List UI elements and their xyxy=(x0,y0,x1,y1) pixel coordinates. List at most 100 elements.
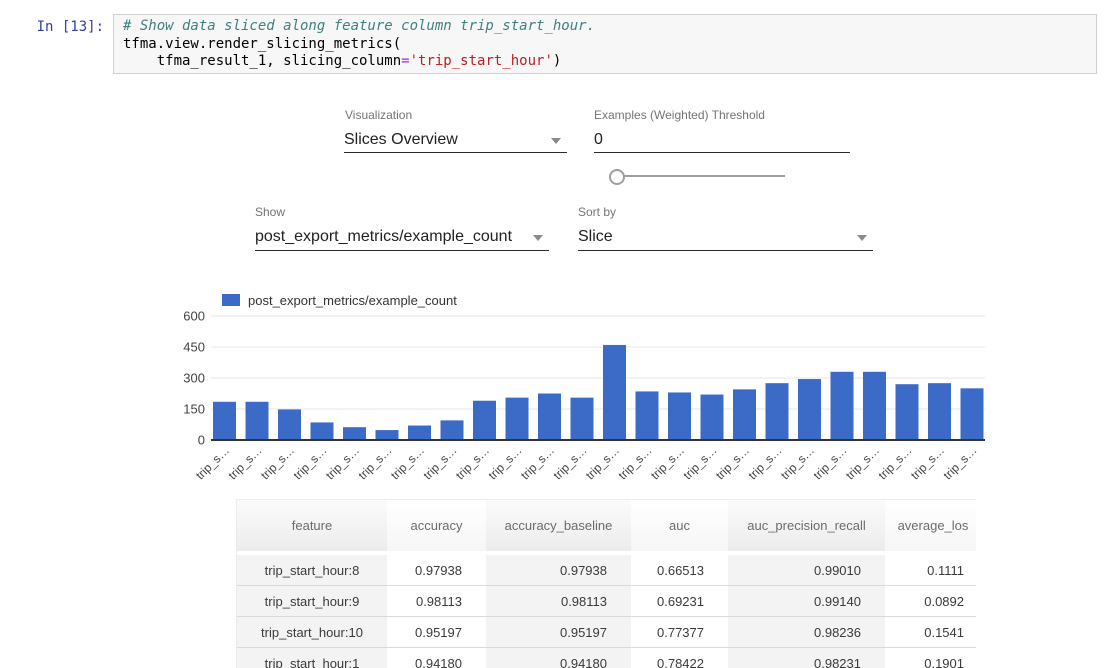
column-header-average_los[interactable]: average_los xyxy=(885,500,976,554)
column-header-feature[interactable]: feature xyxy=(237,500,387,554)
x-axis-label: trip_s… xyxy=(908,443,947,482)
x-axis-label: trip_s… xyxy=(745,443,784,482)
metric-cell: 0.99010 xyxy=(728,554,885,585)
metric-cell: 0.69231 xyxy=(631,585,728,616)
metric-cell: 0.78422 xyxy=(631,647,728,668)
metric-cell: 0.95197 xyxy=(486,616,631,647)
metric-cell: 0.99140 xyxy=(728,585,885,616)
chart-bar[interactable] xyxy=(311,422,334,440)
metric-cell: 0.1111 xyxy=(885,554,976,585)
metric-cell: 0.94180 xyxy=(486,647,631,668)
feature-cell: trip_start_hour:10 xyxy=(237,616,387,647)
chart-bar[interactable] xyxy=(831,372,854,440)
code-input-area[interactable]: # Show data sliced along feature column … xyxy=(113,14,1097,74)
chevron-down-icon xyxy=(551,138,561,144)
metric-cell: 0.98236 xyxy=(728,616,885,647)
x-axis-label: trip_s… xyxy=(875,443,914,482)
chart-bar[interactable] xyxy=(213,402,236,440)
table-row: trip_start_hour:100.951970.951970.773770… xyxy=(237,616,976,647)
sort-by-label: Sort by xyxy=(578,205,616,219)
feature-cell: trip_start_hour:9 xyxy=(237,585,387,616)
visualization-dropdown[interactable]: Slices Overview xyxy=(344,126,567,153)
feature-cell: trip_start_hour:1 xyxy=(237,647,387,668)
threshold-label: Examples (Weighted) Threshold xyxy=(594,108,765,122)
sort-by-dropdown[interactable]: Slice xyxy=(578,223,873,251)
x-axis-label: trip_s… xyxy=(615,443,654,482)
threshold-value: 0 xyxy=(594,126,850,153)
notebook-screen: In [13]: # Show data sliced along featur… xyxy=(0,0,1111,668)
x-axis-label: trip_s… xyxy=(420,443,459,482)
chart-bar[interactable] xyxy=(278,409,301,440)
chart-bar[interactable] xyxy=(798,379,821,440)
x-axis-label: trip_s… xyxy=(550,443,589,482)
chart-bar[interactable] xyxy=(246,402,269,440)
x-axis-label: trip_s… xyxy=(583,443,622,482)
chart-bar[interactable] xyxy=(733,389,756,440)
threshold-slider-handle[interactable] xyxy=(609,169,625,185)
chart-bar[interactable] xyxy=(571,398,594,440)
code-line: # Show data sliced along feature column … xyxy=(123,18,1096,36)
metrics-table: featureaccuracyaccuracy_baselineaucauc_p… xyxy=(236,499,976,668)
chart-bar[interactable] xyxy=(766,383,789,440)
x-axis-label: trip_s… xyxy=(225,443,264,482)
chart-bar[interactable] xyxy=(701,395,724,440)
table-header-row: featureaccuracyaccuracy_baselineaucauc_p… xyxy=(237,500,976,554)
chart-bar[interactable] xyxy=(343,427,366,440)
chart-bar[interactable] xyxy=(896,384,919,440)
show-metric-dropdown[interactable]: post_export_metrics/example_count xyxy=(255,223,549,251)
chart-bar[interactable] xyxy=(506,398,529,440)
y-axis-tick-label: 300 xyxy=(183,371,205,386)
slices-bar-chart[interactable]: post_export_metrics/example_count 0 150 300… xyxy=(180,288,1000,488)
x-axis-label: trip_s… xyxy=(453,443,492,482)
x-axis-label: trip_s… xyxy=(713,443,752,482)
visualization-value: Slices Overview xyxy=(344,126,567,153)
metric-cell: 0.97938 xyxy=(387,554,486,585)
chart-bar[interactable] xyxy=(538,394,561,441)
cell-prompt: In [13]: xyxy=(0,19,104,35)
chart-bar[interactable] xyxy=(668,392,691,440)
metric-cell: 0.98113 xyxy=(387,585,486,616)
sort-by-value: Slice xyxy=(578,223,873,250)
column-header-auc[interactable]: auc xyxy=(631,500,728,554)
code-line: tfma.view.render_slicing_metrics( xyxy=(123,36,1096,54)
chevron-down-icon xyxy=(857,235,867,241)
x-axis-label: trip_s… xyxy=(648,443,687,482)
metric-cell: 0.77377 xyxy=(631,616,728,647)
chart-bar[interactable] xyxy=(441,420,464,440)
column-header-auc_precision_recall[interactable]: auc_precision_recall xyxy=(728,500,885,554)
legend-label: post_export_metrics/example_count xyxy=(248,293,457,308)
x-axis-label: trip_s… xyxy=(258,443,297,482)
x-axis-label: trip_s… xyxy=(388,443,427,482)
metric-cell: 0.97938 xyxy=(486,554,631,585)
table-row: trip_start_hour:90.981130.981130.692310.… xyxy=(237,585,976,616)
y-axis-tick-label: 600 xyxy=(183,309,205,324)
metric-cell: 0.1541 xyxy=(885,616,976,647)
y-axis-tick-label: 0 xyxy=(198,433,205,448)
chart-bar[interactable] xyxy=(636,391,659,440)
x-axis-label: trip_s… xyxy=(810,443,849,482)
metric-cell: 0.0892 xyxy=(885,585,976,616)
chart-bar[interactable] xyxy=(376,430,399,440)
column-header-accuracy_baseline[interactable]: accuracy_baseline xyxy=(486,500,631,554)
metric-cell: 0.98231 xyxy=(728,647,885,668)
metric-cell: 0.94180 xyxy=(387,647,486,668)
column-header-accuracy[interactable]: accuracy xyxy=(387,500,486,554)
x-axis-label: trip_s… xyxy=(290,443,329,482)
x-axis-label: trip_s… xyxy=(485,443,524,482)
threshold-input[interactable]: 0 xyxy=(594,126,850,153)
chart-bar[interactable] xyxy=(863,372,886,440)
x-axis-label: trip_s… xyxy=(193,443,232,482)
chart-bar[interactable] xyxy=(603,345,626,440)
chart-bar[interactable] xyxy=(473,401,496,440)
table-row: trip_start_hour:80.979380.979380.665130.… xyxy=(237,554,976,585)
metric-cell: 0.95197 xyxy=(387,616,486,647)
threshold-slider-track[interactable] xyxy=(623,175,785,177)
legend-swatch xyxy=(222,294,240,306)
chart-bar[interactable] xyxy=(961,388,984,440)
y-axis-tick-label: 150 xyxy=(183,402,205,417)
x-axis-label: trip_s… xyxy=(518,443,557,482)
chart-bar[interactable] xyxy=(408,426,431,440)
x-axis-label: trip_s… xyxy=(940,443,979,482)
chevron-down-icon xyxy=(533,235,543,241)
chart-bar[interactable] xyxy=(928,383,951,440)
